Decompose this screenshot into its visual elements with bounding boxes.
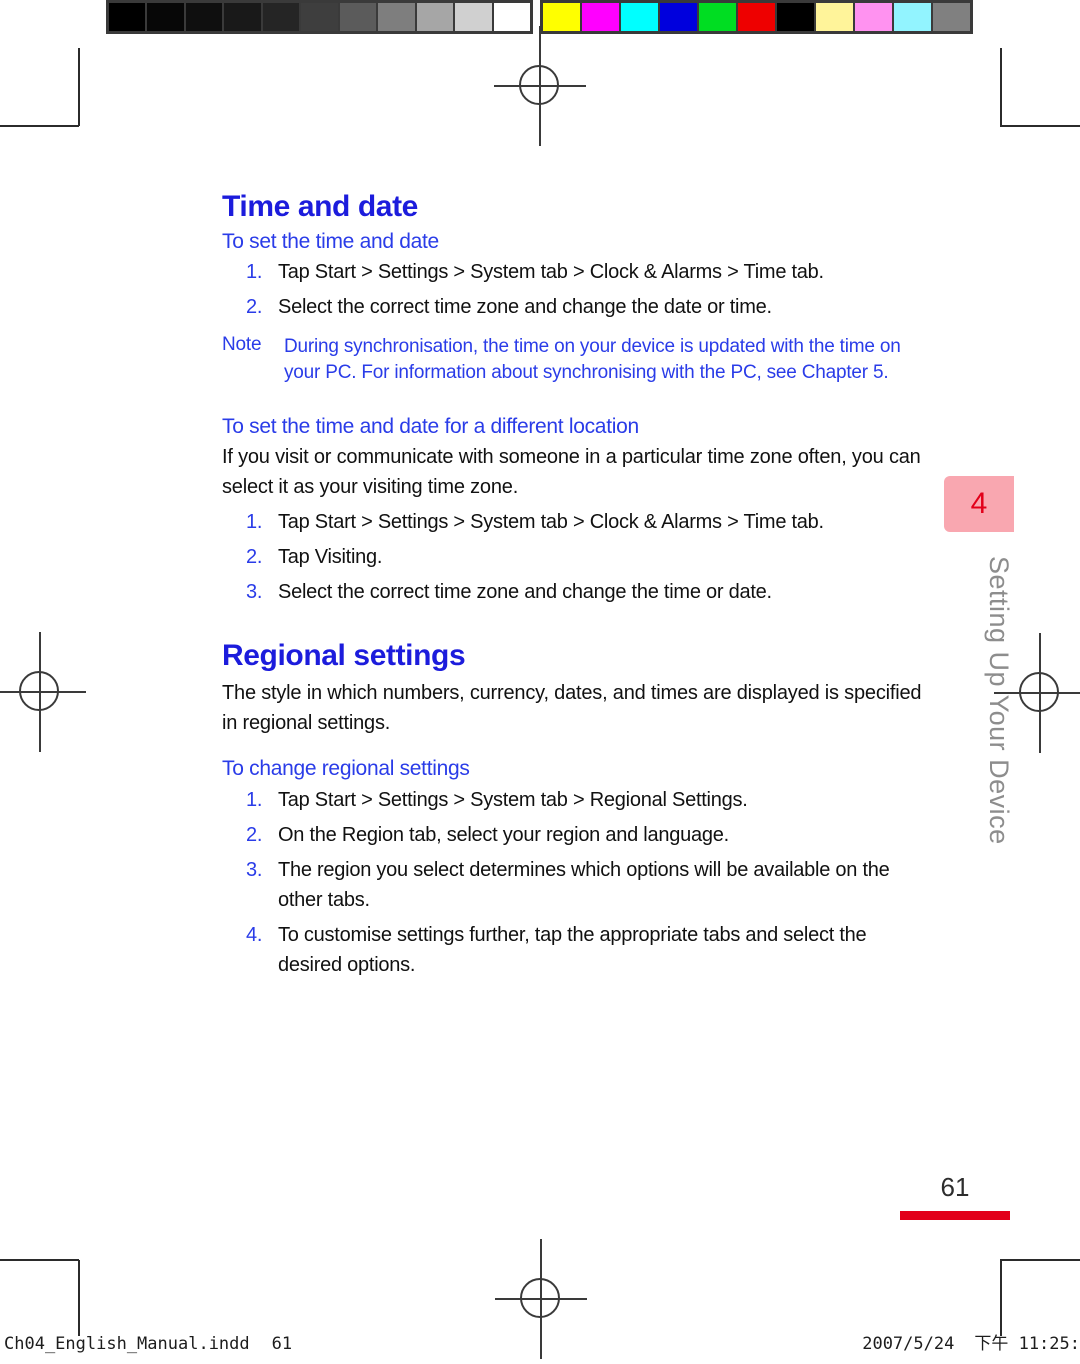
folio-rule (900, 1211, 1010, 1220)
step-item: 3. The region you select determines which… (222, 855, 927, 915)
section-title: Regional settings (222, 638, 466, 672)
step-number: 3. (246, 580, 263, 603)
crop-mark-bottom-right-horizontal (1000, 1259, 1080, 1261)
step-text: To customise settings further, tap the a… (278, 923, 867, 976)
imposition-date: 2007/5/24 (862, 1334, 955, 1354)
step-list: 1. Tap Start > Settings > System tab > Cl… (222, 507, 927, 607)
step-list: 1. Tap Start > Settings > System tab > Cl… (222, 257, 927, 322)
crop-mark-top-right-horizontal (1000, 125, 1080, 127)
note-block: Note During synchronisation, the time on … (222, 334, 927, 385)
crop-mark-bottom-right-vertical (1000, 1260, 1002, 1336)
step-item: 4. To customise settings further, tap the… (222, 920, 927, 980)
note-label: Note (222, 334, 262, 356)
step-number: 3. (246, 858, 263, 881)
colour-swatch-5 (738, 3, 775, 31)
note-text: During synchronisation, the time on your… (284, 336, 901, 383)
subhead: To change regional settings (222, 757, 470, 781)
step-text: Tap Visiting. (278, 545, 383, 568)
registration-mark-left-center (0, 632, 86, 752)
subhead: To set the time and date for a different… (222, 414, 639, 438)
step-list: 1. Tap Start > Settings > System tab > Re… (222, 785, 927, 980)
colour-swatch-9 (894, 3, 931, 31)
colour-swatch-10 (933, 3, 970, 31)
grayscale-step-wedge (106, 0, 533, 34)
page-content: Time and date To set the time and date 1. T… (222, 190, 927, 988)
colour-swatch-2 (621, 3, 658, 31)
registration-mark-top-center (494, 26, 586, 146)
grayscale-swatch-6 (339, 3, 377, 31)
step-number: 1. (246, 261, 263, 284)
step-number: 2. (246, 823, 263, 846)
grayscale-swatch-5 (301, 3, 338, 31)
page-number: 61 (940, 1172, 970, 1202)
step-item: 2. Tap Visiting. (222, 542, 927, 572)
colour-swatch-3 (660, 3, 697, 31)
body-paragraph: If you visit or communicate with someone… (222, 445, 921, 499)
subsection-spacer (222, 400, 927, 414)
chapter-running-head: Setting Up Your Device (984, 556, 1014, 845)
crop-mark-bottom-left-horizontal (0, 1259, 79, 1261)
imposition-filename-text: Ch04_English_Manual.indd (4, 1334, 250, 1354)
step-text: Tap Start > Settings > System tab > Regi… (278, 788, 748, 811)
grayscale-swatch-1 (147, 3, 184, 31)
colour-swatch-4 (699, 3, 736, 31)
grayscale-swatch-10 (493, 3, 530, 31)
section-title: Time and date (222, 190, 418, 223)
chapter-tab: 4 (944, 476, 1014, 532)
step-item: 1. Tap Start > Settings > System tab > Re… (222, 785, 927, 815)
step-item: 1. Tap Start > Settings > System tab > Cl… (222, 507, 927, 537)
grayscale-swatch-4 (262, 3, 300, 31)
step-number: 4. (246, 923, 263, 946)
step-number: 1. (246, 510, 263, 533)
step-item: 1. Tap Start > Settings > System tab > Cl… (222, 257, 927, 287)
step-item: 3. Select the correct time zone and chang… (222, 577, 927, 607)
crop-mark-top-right-vertical (1000, 48, 1002, 126)
grayscale-swatch-8 (416, 3, 454, 31)
grayscale-swatch-7 (378, 3, 415, 31)
grayscale-swatch-2 (185, 3, 223, 31)
imposition-timestamp: 2007/5/24 下午 11:25: (862, 1329, 1080, 1354)
subhead: To set the time and date (222, 230, 439, 253)
crop-mark-top-left-horizontal (0, 125, 79, 127)
colour-swatch-6 (777, 3, 814, 31)
subsection-spacer (222, 742, 927, 756)
registration-mark-bottom-center (495, 1239, 587, 1359)
step-number: 1. (246, 788, 263, 811)
colour-swatch-1 (582, 3, 619, 31)
imposition-page-ref: 61 (271, 1334, 293, 1354)
folio: 61 (900, 1174, 1010, 1220)
step-text: The region you select determines which o… (278, 858, 890, 911)
colour-swatch-8 (855, 3, 892, 31)
step-item: 2. Select the correct time zone and chang… (222, 292, 927, 322)
step-number: 2. (246, 545, 263, 568)
process-colour-bar (540, 0, 973, 34)
colour-swatch-7 (816, 3, 853, 31)
step-text: Tap Start > Settings > System tab > Cloc… (278, 510, 824, 533)
body-paragraph: The style in which numbers, currency, da… (222, 681, 922, 734)
grayscale-swatch-0 (109, 3, 146, 31)
step-text: Tap Start > Settings > System tab > Cloc… (278, 261, 824, 284)
colour-swatch-0 (543, 3, 580, 31)
imposition-time: 下午 11:25: (974, 1334, 1080, 1354)
step-text: Select the correct time zone and change … (278, 580, 772, 603)
grayscale-swatch-9 (455, 3, 492, 31)
chapter-number: 4 (970, 487, 988, 520)
crop-mark-bottom-left-vertical (78, 1260, 80, 1336)
imposition-filename: Ch04_English_Manual.indd 61 (4, 1334, 292, 1354)
step-text: Select the correct time zone and change … (278, 296, 772, 319)
crop-mark-top-left-vertical (78, 48, 80, 126)
grayscale-swatch-3 (224, 3, 261, 31)
step-item: 2. On the Region tab, select your region … (222, 820, 927, 850)
step-number: 2. (246, 296, 263, 319)
step-text: On the Region tab, select your region an… (278, 823, 729, 846)
